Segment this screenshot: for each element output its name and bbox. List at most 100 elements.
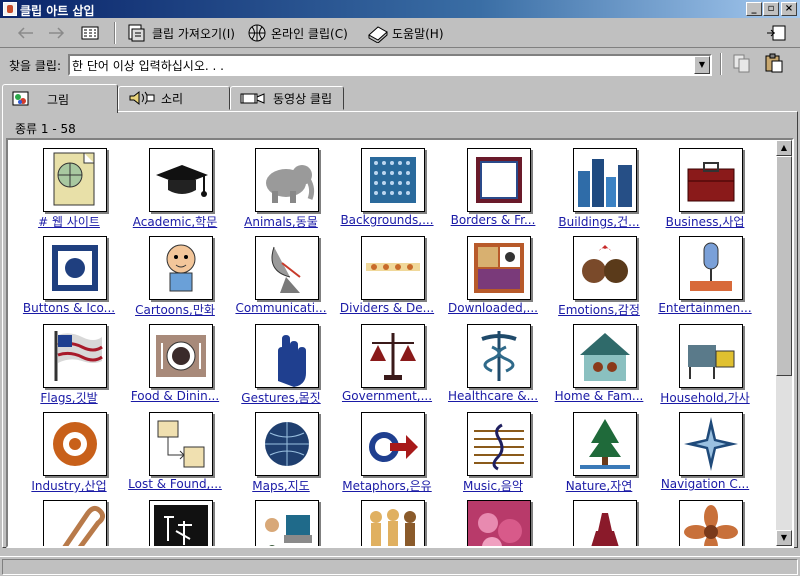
category-label[interactable]: Healthcare &... <box>433 389 553 403</box>
category-item[interactable] <box>122 494 228 546</box>
gear-icon[interactable] <box>43 412 107 476</box>
dropdown-arrow-icon[interactable]: ▼ <box>694 56 710 74</box>
caduceus-icon[interactable] <box>467 324 531 388</box>
category-item[interactable]: Backgrounds,... <box>334 142 440 230</box>
plate-icon[interactable] <box>149 324 213 388</box>
help-button[interactable]: 도움말(H) <box>364 21 447 45</box>
globe-page-icon[interactable] <box>43 148 107 212</box>
category-item[interactable]: Flags,깃발 <box>16 318 122 406</box>
category-label[interactable]: Entertainmen... <box>645 301 765 315</box>
category-item[interactable]: # 웹 사이트 <box>16 142 122 230</box>
category-label[interactable]: Dividers & De... <box>327 301 447 315</box>
category-item[interactable]: Animals,동물 <box>228 142 334 230</box>
scales-icon[interactable] <box>361 324 425 388</box>
copy-button[interactable] <box>728 51 756 75</box>
category-item[interactable]: Government,... <box>334 318 440 406</box>
microphone-icon[interactable] <box>679 236 743 300</box>
category-label[interactable]: Animals,동물 <box>221 213 341 230</box>
flowers-photo-icon[interactable] <box>467 500 531 546</box>
photo-collage-icon[interactable] <box>467 236 531 300</box>
search-combobox[interactable]: ▼ <box>68 54 712 76</box>
treble-clef-icon[interactable] <box>467 412 531 476</box>
close-button[interactable]: × <box>781 2 797 16</box>
scroll-up-button[interactable]: ▲ <box>776 140 792 156</box>
category-item[interactable]: Metaphors,은유 <box>334 406 440 494</box>
category-item[interactable]: Music,음악 <box>440 406 546 494</box>
chalkboard-icon[interactable] <box>149 500 213 546</box>
flowchart-icon[interactable] <box>149 412 213 476</box>
category-item[interactable]: Healthcare &... <box>440 318 546 406</box>
category-label[interactable]: Buildings,건... <box>539 213 659 230</box>
category-label[interactable]: Communicati... <box>221 301 341 315</box>
compass-icon[interactable] <box>679 412 743 476</box>
category-label[interactable]: Business,사업 <box>645 213 765 230</box>
couple-heart-icon[interactable] <box>573 236 637 300</box>
eiffel-tower-icon[interactable] <box>573 500 637 546</box>
category-item[interactable]: Buttons & Ico... <box>16 230 122 318</box>
computer-user-icon[interactable] <box>255 500 319 546</box>
change-window-size-button[interactable] <box>762 21 790 45</box>
category-item[interactable]: Academic,학문 <box>122 142 228 230</box>
skyline-icon[interactable] <box>573 148 637 212</box>
briefcase-icon[interactable] <box>679 148 743 212</box>
category-item[interactable]: Navigation C... <box>652 406 758 494</box>
category-item[interactable]: Downloaded,... <box>440 230 546 318</box>
category-item[interactable]: Cartoons,만화 <box>122 230 228 318</box>
category-item[interactable]: Gestures,몸짓 <box>228 318 334 406</box>
category-label[interactable]: Academic,학문 <box>115 213 235 230</box>
category-label[interactable]: Government,... <box>327 389 447 403</box>
satellite-dish-icon[interactable] <box>255 236 319 300</box>
flag-icon[interactable] <box>43 324 107 388</box>
back-button[interactable] <box>12 21 38 45</box>
scroll-down-button[interactable]: ▼ <box>776 530 792 546</box>
category-item[interactable] <box>546 494 652 546</box>
divider-icon[interactable] <box>361 236 425 300</box>
category-item[interactable] <box>228 494 334 546</box>
category-label[interactable]: Home & Fam... <box>539 389 659 403</box>
category-label[interactable]: Emotions,감정 <box>539 301 659 318</box>
category-label[interactable]: Backgrounds,... <box>327 213 447 227</box>
category-label[interactable]: Downloaded,... <box>433 301 553 315</box>
elephant-icon[interactable] <box>255 148 319 212</box>
forward-button[interactable] <box>44 21 70 45</box>
category-label[interactable]: Household,가사 <box>645 389 765 406</box>
house-family-icon[interactable] <box>573 324 637 388</box>
category-item[interactable]: Entertainmen... <box>652 230 758 318</box>
globe-icon[interactable] <box>255 412 319 476</box>
online-clips-button[interactable]: 온라인 클립(C) <box>243 21 351 45</box>
dot-grid-icon[interactable] <box>361 148 425 212</box>
category-item[interactable]: Dividers & De... <box>334 230 440 318</box>
category-item[interactable]: Household,가사 <box>652 318 758 406</box>
category-item[interactable] <box>440 494 546 546</box>
appliance-icon[interactable] <box>679 324 743 388</box>
view-grid-button[interactable] <box>78 21 102 45</box>
category-label[interactable]: Music,음악 <box>433 477 553 494</box>
category-item[interactable]: Buildings,건... <box>546 142 652 230</box>
arrow-icon[interactable] <box>361 412 425 476</box>
category-label[interactable]: Lost & Found,... <box>115 477 235 491</box>
category-item[interactable]: Lost & Found,... <box>122 406 228 494</box>
tree-icon[interactable] <box>573 412 637 476</box>
category-item[interactable] <box>334 494 440 546</box>
category-label[interactable]: Maps,지도 <box>221 477 341 494</box>
maximize-button[interactable]: ▫ <box>763 2 779 16</box>
category-label[interactable]: Nature,자연 <box>539 477 659 494</box>
category-item[interactable]: Industry,산업 <box>16 406 122 494</box>
scroll-thumb[interactable] <box>776 156 792 376</box>
category-item[interactable]: Borders & Fr... <box>440 142 546 230</box>
tab-video-clips[interactable]: 동영상 클립 <box>230 86 344 110</box>
category-label[interactable]: Industry,산업 <box>9 477 129 494</box>
graduation-cap-icon[interactable] <box>149 148 213 212</box>
paperclip-icon[interactable] <box>43 500 107 546</box>
category-label[interactable]: # 웹 사이트 <box>9 213 129 230</box>
category-item[interactable]: Communicati... <box>228 230 334 318</box>
category-label[interactable]: Food & Dinin... <box>115 389 235 403</box>
paste-button[interactable] <box>760 51 788 75</box>
search-input[interactable] <box>72 57 692 73</box>
category-item[interactable]: Food & Dinin... <box>122 318 228 406</box>
category-label[interactable]: Gestures,몸짓 <box>221 389 341 406</box>
tab-pictures[interactable]: 그림 <box>2 84 118 113</box>
category-label[interactable]: Flags,깃발 <box>9 389 129 406</box>
category-item[interactable] <box>16 494 122 546</box>
flower-icon[interactable] <box>679 500 743 546</box>
